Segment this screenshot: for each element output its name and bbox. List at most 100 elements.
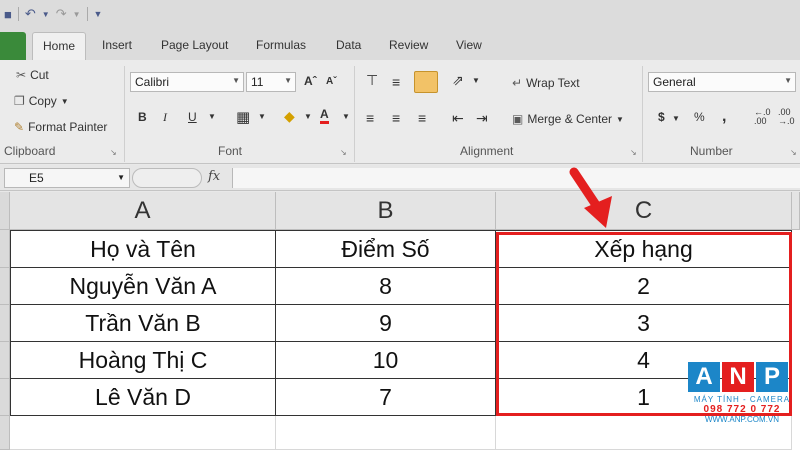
table-cell[interactable]: 10 [276,342,496,379]
align-right-icon[interactable]: ≡ [418,110,426,126]
dialog-launcher-icon[interactable]: ↘ [790,148,797,157]
align-center-icon[interactable]: ≡ [392,110,400,126]
ribbon-tabs: Home Insert Page Layout Formulas Data Re… [0,28,800,60]
divider [354,66,355,162]
divider [86,7,88,21]
copy-button[interactable]: ❐ Copy ▼ [14,94,69,108]
table-cell[interactable]: 8 [276,268,496,305]
underline-button[interactable]: U [188,110,197,124]
tab-home[interactable]: Home [32,32,87,60]
table-cell[interactable]: Họ và Tên [10,230,276,268]
tab-page-layout[interactable]: Page Layout [161,38,228,52]
cut-label: Cut [30,68,49,82]
grow-font-icon[interactable]: Aˆ [304,74,317,88]
merge-center-label: Merge & Center [527,112,613,126]
number-format-value: General [653,75,696,89]
redo-dropdown-icon[interactable]: ▼ [73,10,81,19]
tab-review[interactable]: Review [389,38,428,52]
tab-insert[interactable]: Insert [102,38,132,52]
watermark-tagline: MÁY TÍNH - CAMERA [693,395,791,404]
clipboard-group-label: Clipboard [4,144,56,158]
percent-icon[interactable]: % [694,110,705,124]
font-name-select[interactable]: Calibri ▼ [130,72,244,92]
chevron-down-icon[interactable]: ▼ [258,112,266,121]
undo-dropdown-icon[interactable]: ▼ [42,10,50,19]
align-left-icon[interactable]: ≡ [366,110,374,126]
comma-style-icon[interactable]: , [722,108,726,126]
undo-icon[interactable]: ↶ [25,6,36,22]
name-box[interactable]: E5 ▼ [4,168,130,188]
divider [17,7,19,21]
dialog-launcher-icon[interactable]: ↘ [110,148,117,157]
save-icon[interactable]: ■ [4,7,12,22]
bold-button[interactable]: B [138,110,147,124]
divider [124,66,125,162]
quick-access-toolbar: ■ ↶ ▼ ↷ ▼ ▼ [0,0,800,28]
select-all-corner[interactable] [0,192,10,230]
column-header-a[interactable]: A [10,192,276,230]
row-header[interactable] [0,230,10,268]
chevron-down-icon[interactable]: ▼ [672,114,680,123]
table-cell[interactable]: Nguyễn Văn A [10,268,276,305]
align-bottom-icon[interactable] [414,71,438,93]
dialog-launcher-icon[interactable]: ↘ [630,148,637,157]
tab-view[interactable]: View [456,38,482,52]
row-header[interactable] [0,416,10,450]
dialog-launcher-icon[interactable]: ↘ [340,148,347,157]
font-size-select[interactable]: 11 ▼ [246,72,296,92]
shrink-font-icon[interactable]: Aˇ [326,76,337,87]
customize-toolbar-icon[interactable]: ▼ [94,9,103,19]
format-painter-button[interactable]: ✎ Format Painter [14,120,107,134]
table-cell[interactable]: Trần Văn B [10,305,276,342]
tab-data[interactable]: Data [336,38,361,52]
empty-cell[interactable] [276,416,496,450]
number-group-label: Number [690,144,733,158]
formula-input[interactable] [232,168,800,188]
chevron-down-icon[interactable]: ▼ [208,112,216,121]
decrease-decimal-icon[interactable]: .00 →.0 [778,108,795,126]
cut-button[interactable]: ✂ Cut [16,68,49,82]
increase-indent-icon[interactable]: ⇥ [476,110,488,127]
file-tab[interactable] [0,32,26,60]
table-cell[interactable]: 9 [276,305,496,342]
table-cell[interactable]: Hoàng Thị C [10,342,276,379]
redo-icon[interactable]: ↷ [56,6,67,22]
align-middle-icon[interactable]: ≡ [392,74,400,90]
currency-icon[interactable]: $ [658,110,665,124]
chevron-down-icon: ▼ [616,114,624,124]
insert-function-icon[interactable]: fx [208,169,220,184]
table-cell[interactable]: 7 [276,379,496,416]
tab-formulas[interactable]: Formulas [256,38,306,52]
row-header[interactable] [0,379,10,416]
table-cell[interactable]: Điểm Số [276,230,496,268]
number-format-select[interactable]: General ▼ [648,72,796,92]
decrease-indent-icon[interactable]: ⇤ [452,110,464,127]
empty-cell[interactable] [10,416,276,450]
table-cell[interactable]: Lê Văn D [10,379,276,416]
merge-icon: ▣ [512,112,524,126]
borders-icon[interactable]: ▦ [236,108,250,126]
ribbon: ✂ Cut ❐ Copy ▼ ✎ Format Painter Clipboar… [0,60,800,164]
wrap-text-button[interactable]: ↵ Wrap Text [512,76,580,90]
watermark-phone: 098 772 0 772 [703,404,781,415]
row-header[interactable] [0,342,10,379]
chevron-down-icon[interactable]: ▼ [304,112,312,121]
chevron-down-icon[interactable]: ▼ [342,112,350,121]
column-header-b[interactable]: B [276,192,496,230]
copy-icon: ❐ [14,94,25,108]
row-header[interactable] [0,268,10,305]
fill-color-icon[interactable]: ◆ [284,108,295,125]
watermark-letter: N [722,362,754,392]
column-header-d[interactable] [792,192,800,230]
name-box-value: E5 [29,171,44,185]
font-name-value: Calibri [135,75,170,89]
column-header-c[interactable]: C [496,192,792,230]
merge-center-button[interactable]: ▣ Merge & Center ▼ [512,112,624,126]
align-top-icon[interactable]: ⊤ [366,72,378,89]
orientation-icon[interactable]: ⇗ [452,72,464,89]
row-header[interactable] [0,305,10,342]
italic-button[interactable]: I [163,110,167,125]
chevron-down-icon[interactable]: ▼ [472,76,480,85]
font-color-icon[interactable]: A [320,107,329,124]
increase-decimal-icon[interactable]: ←.0.00 [754,108,771,126]
